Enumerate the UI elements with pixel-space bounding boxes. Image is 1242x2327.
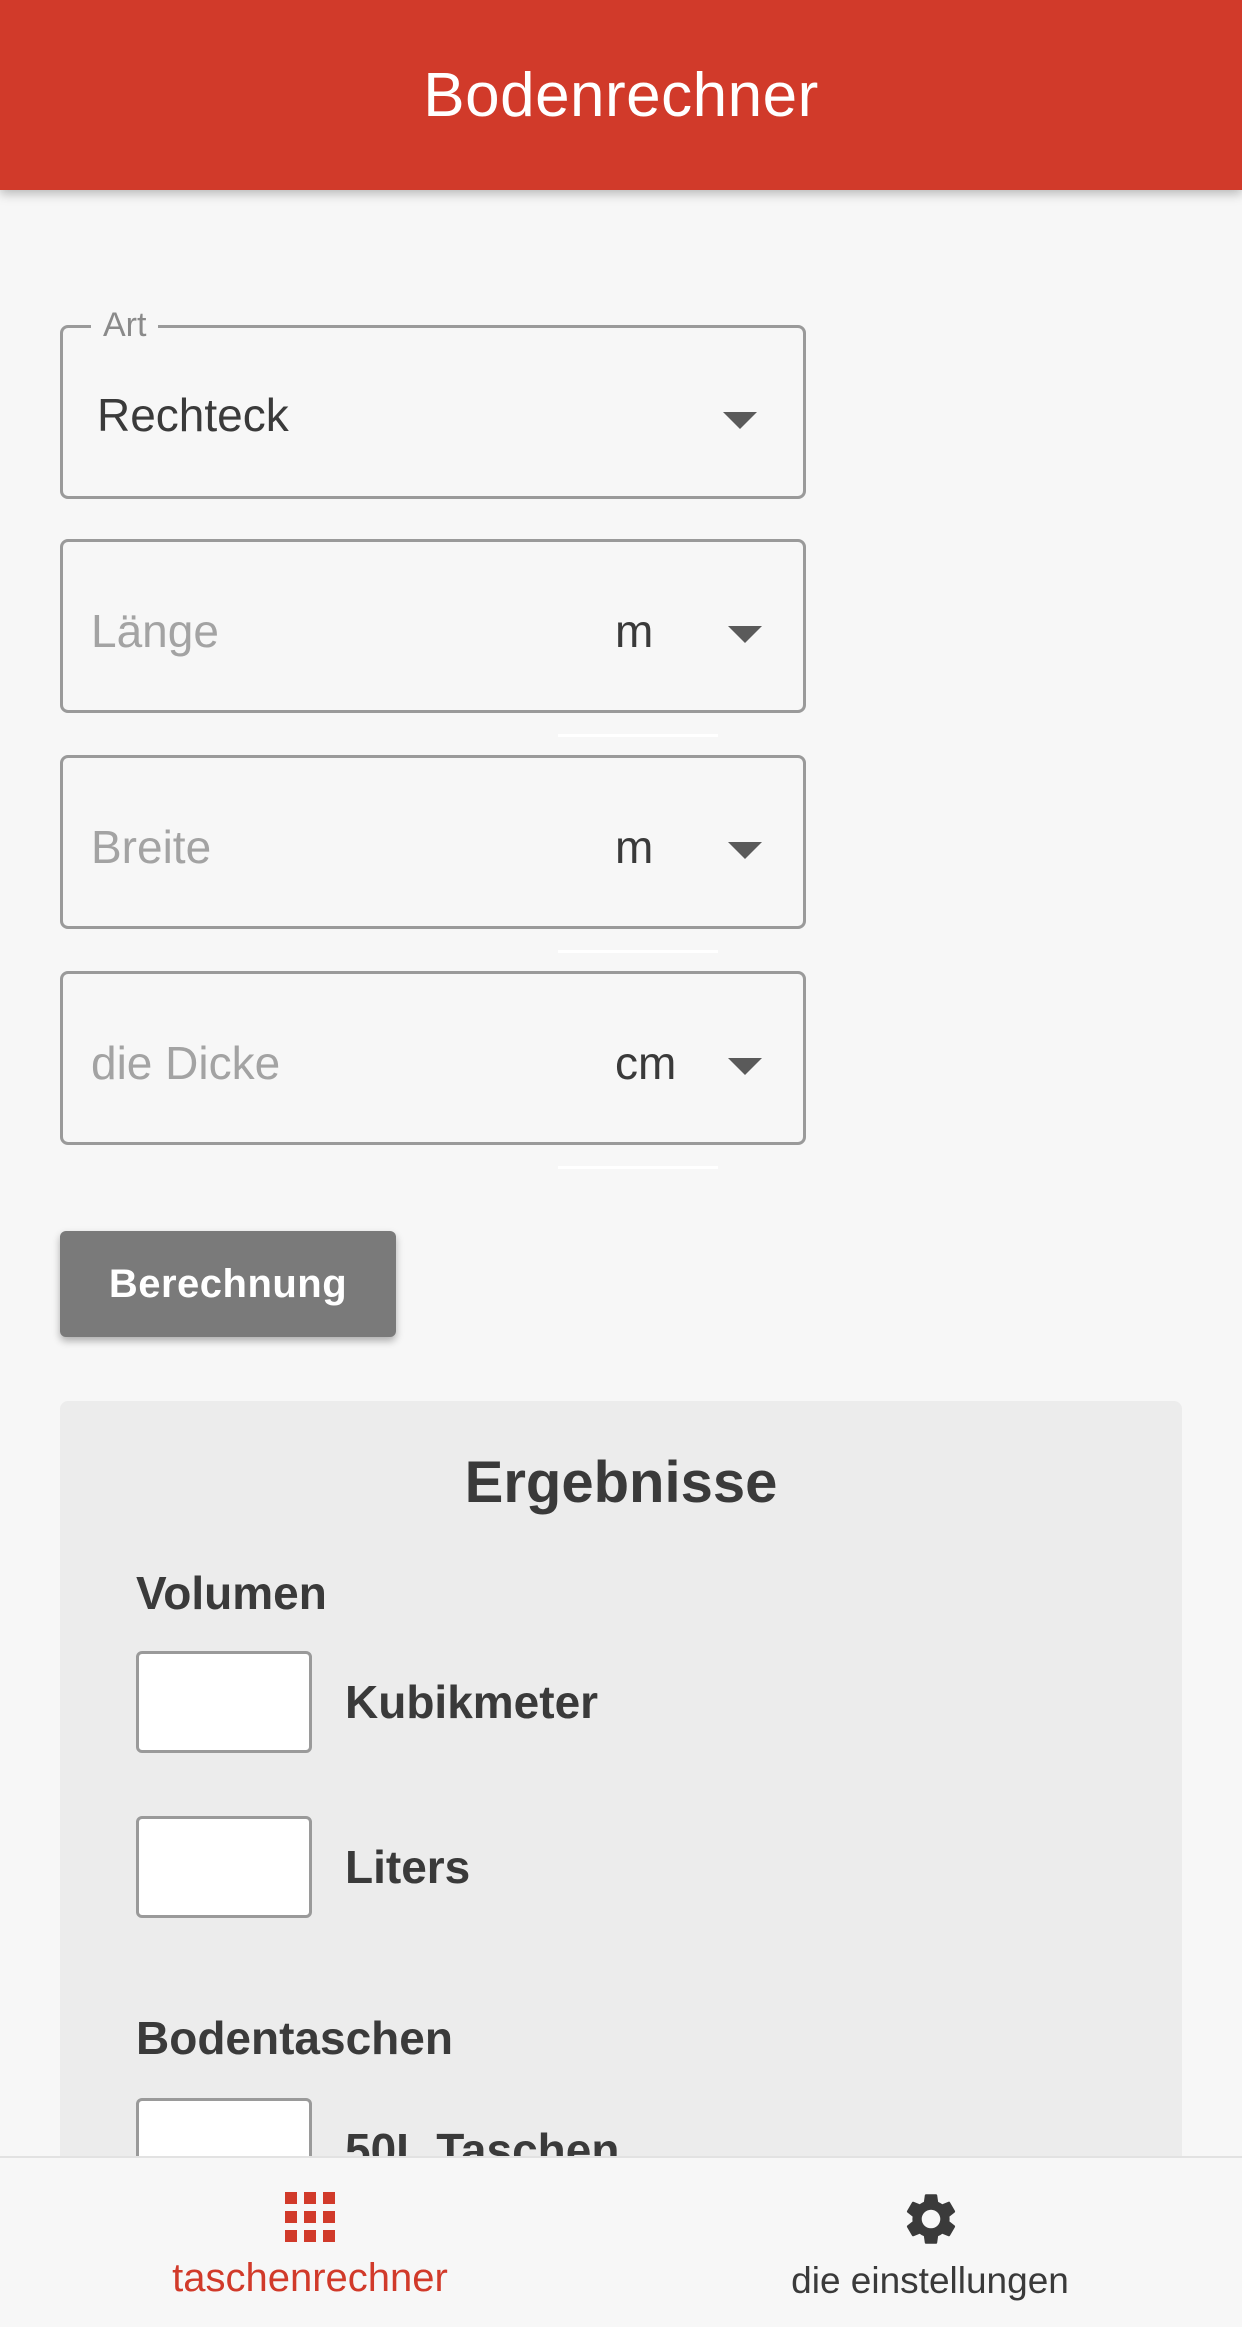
liters-output <box>136 1816 312 1918</box>
bottom-nav: taschenrechner die einstellungen <box>0 2156 1242 2327</box>
bags-title: Bodentaschen <box>136 2012 453 2064</box>
type-select[interactable]: Art Rechteck <box>60 306 806 499</box>
thickness-unit-select[interactable]: cm <box>615 1036 676 1090</box>
chevron-down-icon[interactable] <box>728 1058 762 1075</box>
chevron-down-icon <box>723 412 757 429</box>
nav-item-settings[interactable]: die einstellungen <box>760 2158 1100 2327</box>
cubic-meters-label: Kubikmeter <box>345 1676 599 1728</box>
type-select-label: Art <box>91 306 159 345</box>
thickness-unit-underline <box>558 1166 718 1169</box>
nav-label-calculator: taschenrechner <box>172 2256 448 2300</box>
results-title: Ergebnisse <box>464 1450 778 1515</box>
chevron-down-icon[interactable] <box>728 842 762 859</box>
width-input[interactable]: Breite <box>91 820 211 874</box>
liters-label: Liters <box>345 1841 471 1893</box>
width-field[interactable]: Breite m <box>60 755 806 929</box>
length-field[interactable]: Länge m <box>60 539 806 713</box>
length-input[interactable]: Länge <box>91 604 219 658</box>
cubic-meters-output <box>136 1651 312 1753</box>
calculator-grid-icon <box>285 2192 335 2242</box>
nav-label-settings: die einstellungen <box>791 2260 1069 2301</box>
calculate-button[interactable]: Berechnung <box>60 1231 396 1337</box>
length-unit-select[interactable]: m <box>615 604 653 658</box>
page-title: Bodenrechner <box>423 60 819 130</box>
results-panel: Ergebnisse Volumen Kubikmeter Liters Bod… <box>60 1401 1182 2281</box>
length-unit-underline <box>558 734 718 737</box>
app-bar: Bodenrechner <box>0 0 1242 190</box>
width-unit-underline <box>558 950 718 953</box>
volume-title: Volumen <box>136 1567 327 1619</box>
gear-icon <box>906 2194 956 2244</box>
thickness-input[interactable]: die Dicke <box>91 1036 280 1090</box>
nav-item-calculator[interactable]: taschenrechner <box>110 2158 510 2327</box>
width-unit-select[interactable]: m <box>615 820 653 874</box>
chevron-down-icon[interactable] <box>728 626 762 643</box>
type-select-value: Rechteck <box>97 389 289 441</box>
thickness-field[interactable]: die Dicke cm <box>60 971 806 1145</box>
